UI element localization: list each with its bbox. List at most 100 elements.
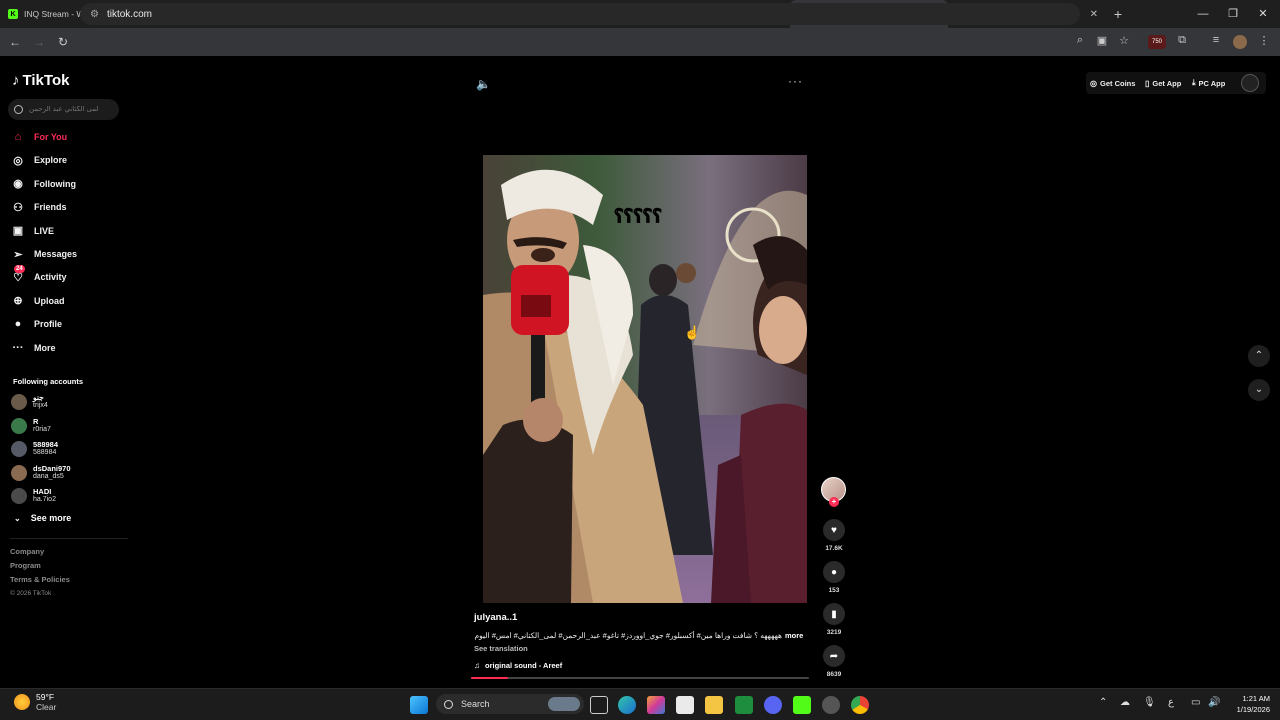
onedrive-icon[interactable]: ☁ — [1120, 697, 1130, 708]
store-icon[interactable] — [676, 696, 694, 714]
sidebar-item-following[interactable]: ◉ Following — [10, 175, 76, 193]
sidebar-item-activity[interactable]: ♡ 24 Activity — [10, 265, 67, 286]
extension-badge-icon[interactable]: 750 — [1148, 35, 1166, 49]
reload-icon[interactable]: ↻ — [51, 35, 75, 49]
music-note-icon: ♫ — [474, 661, 480, 670]
windows-start-icon[interactable] — [410, 696, 428, 714]
sidebar-divider — [10, 538, 128, 539]
footer-link-program[interactable]: Program — [10, 561, 41, 570]
comment-button[interactable]: ● 153 — [822, 561, 846, 594]
tiktok-logo[interactable]: ♪ TikTok — [12, 72, 69, 89]
following-account[interactable]: dsDani970 dana_ds5 — [11, 462, 71, 484]
sidebar-item-more[interactable]: ··· More — [10, 339, 56, 357]
pc-app-button[interactable]: ⤓ PC App — [1192, 75, 1225, 91]
save-button[interactable]: ▮ 3219 — [822, 603, 846, 636]
see-more-button[interactable]: ⌄ See more — [14, 513, 71, 523]
omnibox[interactable]: ⚙ tiktok.com — [80, 3, 1080, 25]
account-text: 588984 588984 — [33, 441, 58, 457]
search-box[interactable] — [8, 99, 119, 120]
pc-app-label: PC App — [1198, 78, 1226, 88]
share-count: 8639 — [826, 671, 842, 678]
speaker-icon[interactable]: 🔊 — [1208, 697, 1220, 708]
download-icon: ⤓ — [1192, 78, 1196, 87]
footer-link-company[interactable]: Company — [10, 547, 44, 556]
language-icon[interactable]: ع — [1168, 697, 1174, 708]
following-account[interactable]: HADI ha.7io2 — [11, 485, 56, 507]
bookmark-star-icon[interactable]: ☆ — [1116, 34, 1132, 47]
edge-icon[interactable] — [618, 696, 636, 714]
volume-icon[interactable]: 🔈 — [476, 77, 491, 91]
system-clock[interactable]: 1:21 AM 1/19/2026 — [1228, 693, 1270, 715]
account-username: dana_ds5 — [33, 472, 64, 480]
sidebar-item-label: More — [34, 342, 56, 353]
sidebar-item-label: Explore — [34, 155, 68, 166]
more-options-icon[interactable]: ··· — [788, 74, 803, 88]
new-tab-button[interactable]: + — [1106, 6, 1130, 22]
forward-icon[interactable]: → — [27, 35, 51, 49]
minimize-icon[interactable]: — — [1188, 0, 1218, 28]
next-video-button[interactable]: ⌄ — [1248, 379, 1270, 401]
following-account[interactable]: Rr0ria7 — [11, 415, 51, 437]
search-highlight-icon — [548, 697, 580, 711]
see-translation-link[interactable]: See translation — [474, 644, 528, 653]
sidebar-item-for-you[interactable]: ⌂ For You — [10, 128, 68, 146]
sidebar-item-friends[interactable]: ⚇ Friends — [10, 198, 66, 216]
footer-link-terms[interactable]: Terms & Policies — [10, 575, 70, 584]
share-button[interactable]: ➦ 8639 — [822, 645, 846, 678]
sidebar-item-profile[interactable]: ● Profile — [10, 315, 62, 333]
close-tab-icon[interactable]: ✕ — [1090, 9, 1098, 20]
address-bar-row: ← → ↻ — [0, 28, 1280, 56]
sound-link[interactable]: ♫ original sound - Areef — [474, 661, 562, 670]
maximize-icon[interactable]: ❐ — [1218, 0, 1248, 28]
account-name: جنو — [33, 393, 44, 402]
get-app-label: Get App — [1152, 78, 1182, 88]
browser-profile-avatar[interactable] — [1233, 35, 1247, 49]
tray-overflow-icon[interactable]: ⌃ — [1099, 697, 1107, 708]
more-icon: ··· — [12, 341, 24, 354]
sidebar-item-live[interactable]: ▣ LIVE — [10, 222, 54, 240]
site-info-icon[interactable]: ⚙ — [90, 9, 99, 20]
sidebar-item-explore[interactable]: ◎ Explore — [10, 151, 67, 169]
like-button[interactable]: ♥ 17.6K — [822, 519, 846, 552]
xbox-icon[interactable] — [735, 696, 753, 714]
sidebar-item-upload[interactable]: ⊕ Upload — [10, 292, 64, 310]
weather-widget[interactable]: 59°F Clear — [14, 692, 56, 712]
temperature: 59°F — [36, 692, 55, 702]
zoom-icon[interactable]: ⌕ — [1072, 34, 1088, 47]
account-name: HADI — [33, 487, 52, 496]
get-coins-button[interactable]: ◎ Get Coins — [1090, 75, 1135, 91]
following-account[interactable]: 588984 588984 — [11, 438, 58, 460]
file-explorer-icon[interactable] — [705, 696, 723, 714]
profile-icon: ● — [14, 318, 22, 331]
copilot-icon[interactable] — [647, 696, 665, 714]
video-progress-bar[interactable] — [471, 677, 809, 679]
caption-more-button[interactable]: more — [785, 631, 803, 640]
user-avatar[interactable] — [1241, 74, 1259, 92]
video-username[interactable]: julyana..1 — [474, 612, 517, 623]
discord-icon[interactable] — [764, 696, 782, 714]
settings-icon[interactable] — [822, 696, 840, 714]
search-icon — [14, 105, 23, 114]
activity-badge: 24 — [14, 265, 25, 274]
taskbar-search[interactable]: Search — [436, 694, 584, 714]
close-window-icon[interactable]: ✕ — [1248, 0, 1278, 28]
back-icon[interactable]: ← — [3, 35, 27, 49]
side-panel-icon[interactable]: ≡ — [1208, 34, 1224, 46]
previous-video-button[interactable]: ⌃ — [1248, 345, 1270, 367]
following-account[interactable]: جنو trijx4 — [11, 391, 48, 413]
account-avatar — [11, 417, 27, 434]
microphone-icon[interactable]: 🎙 — [1143, 697, 1156, 708]
install-app-icon[interactable]: ▣ — [1094, 34, 1110, 47]
chrome-taskbar-icon[interactable] — [851, 696, 869, 714]
follow-plus-icon[interactable]: + — [829, 497, 839, 507]
network-icon[interactable]: ▭ — [1191, 697, 1200, 708]
search-input[interactable] — [29, 106, 117, 113]
extensions-icon[interactable]: ⧉ — [1174, 34, 1190, 47]
sidebar-item-messages[interactable]: ➢ Messages — [10, 245, 77, 263]
get-app-button[interactable]: ▯ Get App — [1145, 75, 1181, 91]
task-view-icon[interactable] — [590, 696, 608, 714]
kick-app-icon[interactable] — [793, 696, 811, 714]
account-username: 588984 — [33, 449, 57, 456]
chrome-menu-icon[interactable]: ⋮ — [1256, 34, 1272, 47]
account-name: 588984 — [33, 440, 59, 449]
